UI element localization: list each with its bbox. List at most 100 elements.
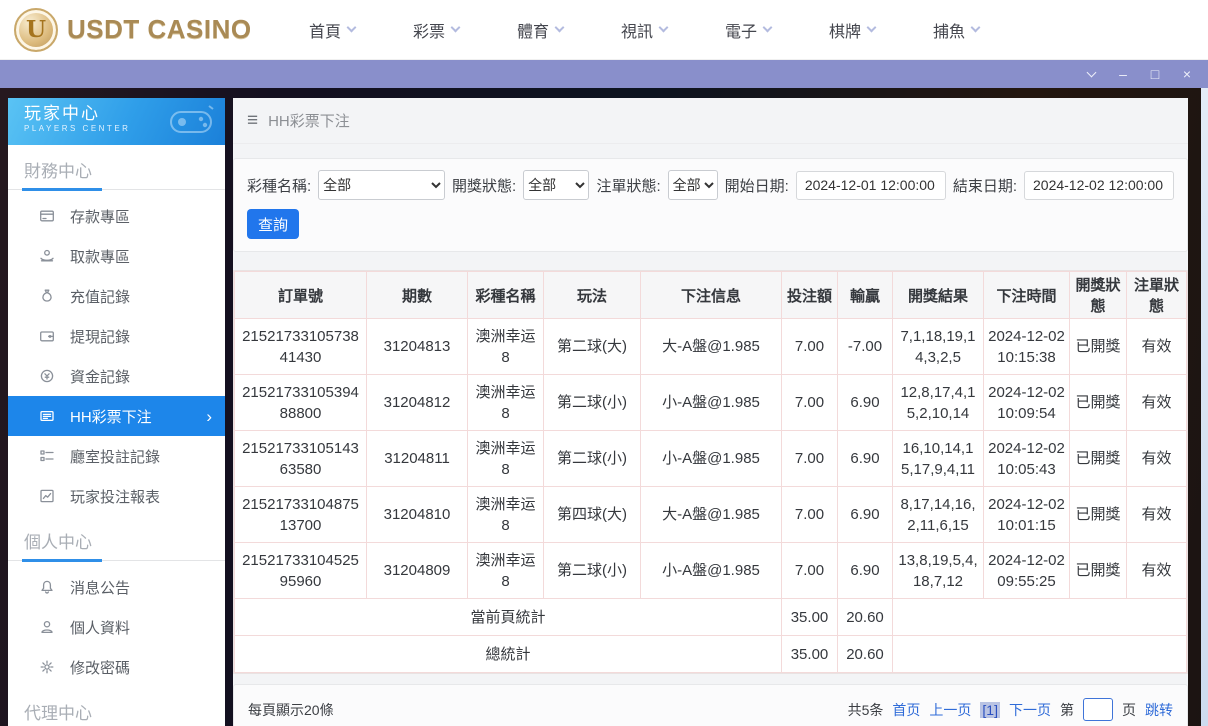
sidebar-section-title: 代理中心 [24, 704, 92, 723]
chevron-down-icon [762, 22, 773, 33]
summary-label: 總統計 [234, 635, 782, 673]
end-date-label: 結束日期: [952, 177, 1017, 195]
sidebar-item-label: 廳室投註記錄 [70, 448, 161, 466]
nav-item[interactable]: 捕魚 [904, 18, 1008, 42]
table-cell: 6.90 [837, 374, 893, 431]
table-cell: 已開獎 [1069, 542, 1127, 599]
jump-prefix-label: 第 [1060, 701, 1074, 718]
column-header: 期數 [366, 271, 468, 319]
sidebar-item[interactable]: 資金記錄 [8, 356, 225, 396]
chevron-right-icon: › [206, 406, 212, 426]
search-button[interactable]: 查詢 [247, 209, 299, 239]
nav-item[interactable]: 視訊 [592, 18, 696, 42]
sidebar-item[interactable]: 廳室投註記錄 [8, 436, 225, 476]
table-cell: 7.00 [781, 374, 838, 431]
sidebar-item[interactable]: 修改密碼 [8, 647, 225, 687]
sidebar-item[interactable]: 玩家投注報表 [8, 476, 225, 516]
summary-label: 當前頁統計 [234, 598, 782, 636]
prev-page-link[interactable]: 上一页 [929, 700, 971, 720]
sidebar-item[interactable]: 個人資料 [8, 607, 225, 647]
first-page-link[interactable]: 首页 [892, 700, 920, 720]
table-cell: 第二球(小) [543, 542, 641, 599]
hamburger-menu-icon[interactable]: ≡ [247, 110, 258, 132]
sidebar-item[interactable]: 提現記錄 [8, 316, 225, 356]
sidebar-item[interactable]: 消息公告 [8, 567, 225, 607]
page-size-text: 每頁顯示20條 [248, 701, 334, 718]
sidebar-item-label: 個人資料 [70, 619, 131, 637]
sidebar-item-label: 玩家投注報表 [70, 488, 161, 506]
sidebar-item[interactable]: HH彩票下注 › [8, 396, 225, 436]
table-cell: 31204811 [366, 430, 468, 487]
summary-empty [892, 598, 1187, 636]
table-cell: 6.90 [837, 542, 893, 599]
withdraw-hand-icon [39, 248, 55, 264]
table-cell: 6.90 [837, 430, 893, 487]
table-cell: 有效 [1126, 374, 1187, 431]
column-header: 彩種名稱 [467, 271, 544, 319]
table-row: 2152173310487513700 31204810 澳洲幸运8 第四球(大) 大-… [234, 486, 1187, 543]
usdt-coin-icon: U [14, 7, 58, 52]
logo-text: USDT CASINO [67, 14, 252, 44]
table-cell: 2152173310573841430 [234, 318, 367, 375]
lottery-name-select[interactable]: 全部 [318, 170, 445, 200]
table-cell: 澳洲幸运8 [467, 430, 544, 487]
logo[interactable]: U USDT CASINO [14, 7, 258, 52]
main-content: ≡ HH彩票下注 彩種名稱: 全部 開獎狀態: 全部 注單狀態: 全部 開始日期… [233, 98, 1188, 726]
summary-row: 當前頁統計 35.00 20.60 [234, 598, 1187, 636]
sidebar-item[interactable]: 取款專區 [8, 236, 225, 276]
table-cell: 7.00 [781, 430, 838, 487]
table-cell: 大-A盤@1.985 [640, 318, 782, 375]
sidebar-section-title: 財務中心 [24, 162, 92, 181]
nav-item-label: 捕魚 [932, 23, 965, 41]
chevron-down-icon [346, 22, 357, 33]
jump-page-input[interactable] [1083, 698, 1113, 721]
table-cell: 小-A盤@1.985 [640, 374, 782, 431]
bell-icon [39, 579, 55, 595]
filter-panel: 彩種名稱: 全部 開獎狀態: 全部 注單狀態: 全部 開始日期: 結束日期: 查… [233, 158, 1188, 252]
maximize-icon[interactable]: □ [1142, 63, 1168, 85]
table-cell: 2152173310539488800 [234, 374, 367, 431]
sidebar-item-label: 消息公告 [70, 579, 131, 597]
nav-item[interactable]: 首頁 [280, 18, 384, 42]
sidebar-item[interactable]: 充值記錄 [8, 276, 225, 316]
jump-button[interactable]: 跳转 [1145, 700, 1173, 720]
gamepad-icon [170, 105, 214, 133]
sidebar-item[interactable]: 存款專區 [8, 196, 225, 236]
end-date-input[interactable] [1024, 170, 1174, 200]
sidebar-section-title: 個人中心 [24, 533, 92, 552]
column-header: 玩法 [543, 271, 641, 319]
table-cell: 第四球(大) [543, 486, 641, 543]
table-row: 2152173310573841430 31204813 澳洲幸运8 第二球(大) 大-… [234, 318, 1187, 375]
chevron-down-icon[interactable] [1078, 63, 1104, 85]
draw-status-select[interactable]: 全部 [523, 170, 590, 200]
summary-winloss-total: 20.60 [837, 598, 893, 636]
start-date-input[interactable] [795, 170, 946, 200]
minimize-icon[interactable]: – [1110, 63, 1136, 85]
nav-item[interactable]: 棋牌 [800, 18, 904, 42]
table-cell: 小-A盤@1.985 [640, 430, 782, 487]
table-cell: 第二球(小) [543, 430, 641, 487]
sidebar-item-label: 資金記錄 [70, 368, 131, 386]
table-cell: 已開獎 [1069, 374, 1127, 431]
nav-item[interactable]: 電子 [696, 18, 800, 42]
table-cell: 7.00 [781, 318, 838, 375]
nav-item[interactable]: 彩票 [384, 18, 488, 42]
table-cell: 澳洲幸运8 [467, 542, 544, 599]
table-cell: 31204810 [366, 486, 468, 543]
table-cell: 有效 [1126, 542, 1187, 599]
table-cell: 2024-12-02 10:09:54 [983, 374, 1070, 431]
table-cell: 16,10,14,15,17,9,4,11 [892, 430, 984, 487]
summary-bet-total: 35.00 [781, 598, 838, 636]
summary-row: 總統計 35.00 20.60 [234, 635, 1187, 673]
nav-item[interactable]: 體育 [488, 18, 592, 42]
close-icon[interactable]: × [1174, 63, 1200, 85]
next-page-link[interactable]: 下一页 [1009, 700, 1051, 720]
order-status-select[interactable]: 全部 [667, 170, 718, 200]
sidebar-item-label: 充值記錄 [70, 288, 131, 306]
table-cell: 已開獎 [1069, 318, 1127, 375]
summary-bet-total: 35.00 [781, 635, 838, 673]
chevron-down-icon [658, 22, 669, 33]
background-edge-strip [1201, 88, 1208, 726]
table-row: 2152173310539488800 31204812 澳洲幸运8 第二球(小) 小-… [234, 374, 1187, 431]
table-cell: 13,8,19,5,4,18,7,12 [892, 542, 984, 599]
